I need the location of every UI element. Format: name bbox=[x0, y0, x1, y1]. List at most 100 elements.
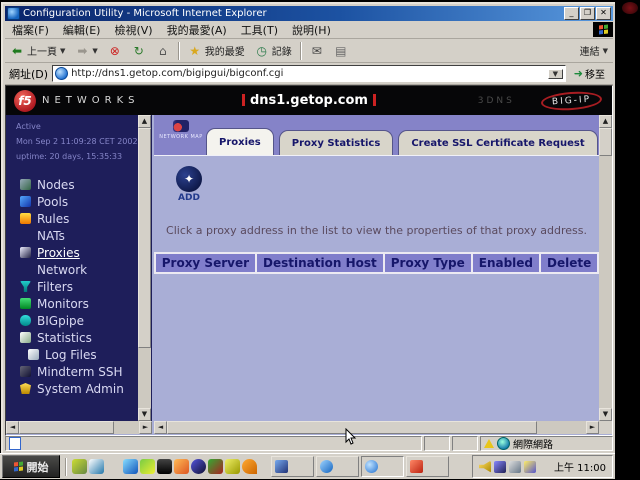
quick-launch-icon[interactable] bbox=[89, 459, 104, 474]
minimize-button[interactable]: _ bbox=[564, 7, 579, 20]
title-bar[interactable]: Configuration Utility - Microsoft Intern… bbox=[5, 6, 613, 21]
refresh-button[interactable]: ↻ bbox=[127, 42, 151, 60]
taskbar-window-button-active[interactable] bbox=[361, 456, 404, 477]
sidebar-item-nats[interactable]: NATs bbox=[6, 227, 152, 244]
tray-icon[interactable] bbox=[524, 461, 536, 473]
home-icon: ⌂ bbox=[156, 44, 170, 58]
taskbar-window-button[interactable] bbox=[406, 456, 449, 477]
proxy-table-header-row: Proxy Server Destination Host Proxy Type… bbox=[154, 252, 599, 274]
back-dropdown-icon[interactable]: ▼ bbox=[60, 47, 65, 55]
taskbar-window-button[interactable] bbox=[316, 456, 359, 477]
address-dropdown-icon[interactable]: ▼ bbox=[548, 69, 563, 79]
menu-bar: 檔案(F) 編輯(E) 檢視(V) 我的最愛(A) 工具(T) 說明(H) bbox=[5, 22, 613, 39]
sidebar-item-nodes[interactable]: Nodes bbox=[6, 176, 152, 193]
scroll-up-icon[interactable]: ▲ bbox=[599, 115, 612, 128]
sidebar-hscrollbar[interactable]: ◄ ► bbox=[6, 421, 152, 434]
network-map-button[interactable]: NETWORK MAP bbox=[158, 118, 204, 152]
sidebar-item-log-files[interactable]: Log Files bbox=[6, 346, 152, 363]
print-button[interactable]: ▤ bbox=[329, 42, 353, 60]
bigpipe-icon bbox=[20, 315, 31, 326]
sidebar-item-monitors[interactable]: Monitors bbox=[6, 295, 152, 312]
address-input[interactable]: http://dns1.getop.com/bigipgui/bigconf.c… bbox=[52, 65, 566, 82]
forward-dropdown-icon[interactable]: ▼ bbox=[92, 47, 97, 55]
menu-favorites[interactable]: 我的最愛(A) bbox=[160, 22, 234, 38]
col-proxy-type[interactable]: Proxy Type bbox=[385, 254, 471, 272]
sidebar-scrollbar[interactable]: ▲ ▼ bbox=[138, 115, 151, 421]
tab-proxies[interactable]: Proxies bbox=[206, 128, 274, 155]
taskbar-window-button[interactable] bbox=[271, 456, 314, 477]
quick-launch-icon[interactable] bbox=[208, 459, 223, 474]
add-proxy-button[interactable]: ✦ ADD bbox=[172, 166, 206, 203]
sidebar-item-network[interactable]: Network bbox=[6, 261, 152, 278]
quick-launch-icon[interactable] bbox=[123, 459, 138, 474]
proxies-panel: ✦ ADD Click a proxy address in the list … bbox=[154, 155, 599, 421]
sidebar-item-pools[interactable]: Pools bbox=[6, 193, 152, 210]
maximize-button[interactable]: ❐ bbox=[580, 7, 595, 20]
product-switcher: 3DNS BIG-IP bbox=[478, 92, 602, 110]
status-date: Mon Sep 2 11:09:28 CET 2002 bbox=[16, 134, 152, 149]
main-hscrollbar[interactable]: ◄ ► bbox=[154, 421, 599, 434]
status-zone-pane: 網際網路 bbox=[480, 436, 613, 451]
sidebar-item-statistics[interactable]: Statistics bbox=[6, 329, 152, 346]
mail-button[interactable]: ✉ bbox=[305, 42, 329, 60]
col-proxy-server[interactable]: Proxy Server bbox=[156, 254, 255, 272]
scroll-left-icon[interactable]: ◄ bbox=[6, 421, 19, 434]
taskbar-separator bbox=[65, 458, 67, 476]
quick-launch-icon[interactable] bbox=[106, 459, 121, 474]
tray-icon[interactable] bbox=[509, 461, 521, 473]
main-scrollbar[interactable]: ▲ ▼ bbox=[599, 115, 612, 421]
go-button[interactable]: ➜ 移至 bbox=[570, 65, 609, 82]
tray-icon[interactable] bbox=[494, 461, 506, 473]
scroll-up-icon[interactable]: ▲ bbox=[138, 115, 151, 128]
col-destination-host[interactable]: Destination Host bbox=[257, 254, 383, 272]
col-enabled[interactable]: Enabled bbox=[473, 254, 539, 272]
sidebar-item-filters[interactable]: Filters bbox=[6, 278, 152, 295]
product-3dns[interactable]: 3DNS bbox=[478, 96, 515, 106]
history-button[interactable]: ◷ 記錄 bbox=[250, 41, 297, 60]
quick-launch-icon[interactable] bbox=[174, 459, 189, 474]
sidebar-scrollbar-thumb[interactable] bbox=[138, 128, 151, 348]
close-button[interactable]: ✕ bbox=[596, 7, 611, 20]
home-button[interactable]: ⌂ bbox=[151, 42, 175, 60]
main-scrollbar-thumb[interactable] bbox=[599, 128, 612, 156]
scroll-down-icon[interactable]: ▼ bbox=[599, 408, 612, 421]
quick-launch-icon[interactable] bbox=[157, 459, 172, 474]
menu-help[interactable]: 說明(H) bbox=[285, 22, 338, 38]
status-state: Active bbox=[16, 119, 152, 134]
quick-launch-icon[interactable] bbox=[72, 459, 87, 474]
sidebar-item-system-admin[interactable]: System Admin bbox=[6, 380, 152, 397]
menu-edit[interactable]: 編輯(E) bbox=[56, 22, 108, 38]
favorites-button[interactable]: ★ 我的最愛 bbox=[183, 41, 250, 60]
add-label: ADD bbox=[172, 193, 206, 203]
menu-tools[interactable]: 工具(T) bbox=[234, 22, 285, 38]
sidebar-item-mindterm-ssh[interactable]: Mindterm SSH bbox=[6, 363, 152, 380]
tab-create-ssl-certificate-request[interactable]: Create SSL Certificate Request bbox=[398, 130, 597, 155]
tray-icon[interactable] bbox=[479, 461, 491, 473]
start-button[interactable]: 開始 bbox=[2, 455, 60, 478]
sidebar-item-rules[interactable]: Rules bbox=[6, 210, 152, 227]
forward-button[interactable]: ➡ ▼ bbox=[70, 42, 102, 60]
sidebar-item-bigpipe[interactable]: BIGpipe bbox=[6, 312, 152, 329]
links-band[interactable]: 連結 ▼ bbox=[575, 41, 613, 60]
stop-button[interactable]: ⊗ bbox=[103, 42, 127, 60]
scroll-right-icon[interactable]: ► bbox=[139, 421, 152, 434]
clock[interactable]: 上午 11:00 bbox=[554, 459, 606, 474]
quick-launch-icon[interactable] bbox=[225, 459, 240, 474]
quick-launch-icon[interactable] bbox=[191, 459, 206, 474]
product-bigip-selected[interactable]: BIG-IP bbox=[540, 89, 602, 111]
quick-launch-icon[interactable] bbox=[242, 459, 257, 474]
sidebar-hscrollbar-thumb[interactable] bbox=[19, 421, 114, 434]
tab-proxy-statistics[interactable]: Proxy Statistics bbox=[279, 130, 394, 155]
scroll-left-icon[interactable]: ◄ bbox=[154, 421, 167, 434]
sidebar-item-proxies[interactable]: Proxies bbox=[6, 244, 152, 261]
back-button[interactable]: ⬅ 上一頁 ▼ bbox=[5, 41, 70, 60]
tray-icon[interactable] bbox=[539, 461, 551, 473]
menu-file[interactable]: 檔案(F) bbox=[5, 22, 56, 38]
col-delete[interactable]: Delete bbox=[541, 254, 597, 272]
menu-view[interactable]: 檢視(V) bbox=[107, 22, 159, 38]
scroll-down-icon[interactable]: ▼ bbox=[138, 408, 151, 421]
quick-launch-icon[interactable] bbox=[140, 459, 155, 474]
scroll-right-icon[interactable]: ► bbox=[586, 421, 599, 434]
task-icon bbox=[365, 460, 378, 473]
red-bracket-icon bbox=[242, 94, 245, 106]
